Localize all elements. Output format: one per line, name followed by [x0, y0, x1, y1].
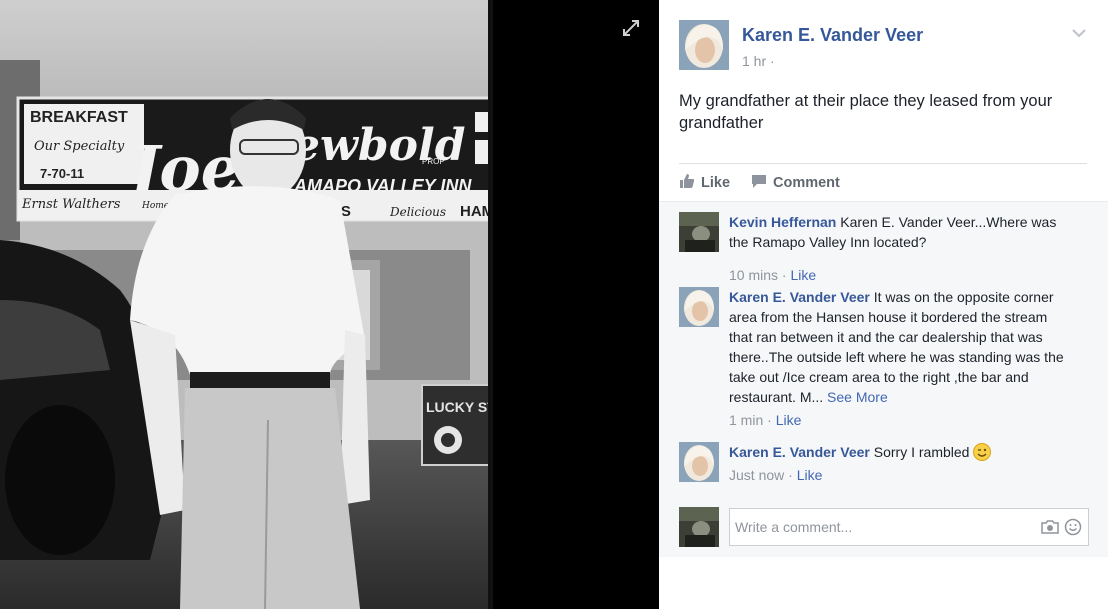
comment-like-link[interactable]: Like	[776, 412, 802, 428]
comment-author-link[interactable]: Karen E. Vander Veer	[729, 444, 870, 460]
post-side-panel: Karen E. Vander Veer 1 hr · My grandfath…	[659, 0, 1108, 609]
sign-our-specialty: Our Specialty	[34, 139, 125, 154]
camera-icon[interactable]	[1040, 518, 1060, 536]
comment-meta: 10 mins · Like	[729, 267, 816, 283]
meta-separator: ·	[784, 467, 797, 483]
comment-author-link[interactable]: Karen E. Vander Veer	[729, 289, 870, 305]
comment-time[interactable]: 1 min	[729, 412, 763, 428]
comment-composer	[679, 507, 1089, 547]
sign-hours: 7-70-11	[40, 166, 84, 181]
grandfather-photo-image: BREAKFAST Our Specialty 7-70-11 Joe ewbo…	[0, 0, 493, 609]
smiley-icon[interactable]	[1064, 518, 1082, 536]
lucky-strike-sign: LUCKY ST	[426, 399, 493, 415]
thumbs-up-icon	[679, 173, 695, 193]
meta-separator: ·	[778, 267, 791, 283]
commenter-avatar[interactable]	[679, 212, 719, 252]
comment-text: It was on the opposite corner area from …	[729, 289, 1064, 405]
comment-text: Sorry I rambled	[873, 444, 970, 460]
viewer-avatar	[679, 507, 719, 547]
sign-breakfast: BREAKFAST	[30, 109, 128, 126]
sign-delicious: Delicious	[389, 205, 446, 219]
like-label: Like	[701, 175, 731, 191]
comment-body: Karen E. Vander Veer It was on the oppos…	[729, 287, 1069, 407]
comment-item: Kevin Heffernan Karen E. Vander Veer...W…	[679, 212, 1089, 283]
post-timestamp[interactable]: 1 hr ·	[742, 53, 775, 69]
meta-separator: ·	[763, 412, 776, 428]
author-avatar[interactable]	[679, 20, 729, 70]
comment-body: Kevin Heffernan Karen E. Vander Veer...W…	[729, 212, 1069, 252]
comment-like-link[interactable]: Like	[797, 467, 823, 483]
sign-prop: PROP	[422, 157, 445, 166]
like-button[interactable]: Like	[679, 173, 730, 193]
comment-meta: Just now · Like	[729, 467, 822, 483]
comment-input[interactable]	[735, 509, 1025, 545]
see-more-link[interactable]: See More	[827, 389, 888, 405]
post-header: Karen E. Vander Veer 1 hr ·	[679, 20, 1089, 72]
comment-time[interactable]: Just now	[729, 467, 784, 483]
speech-bubble-icon	[751, 173, 767, 193]
comment-label: Comment	[773, 175, 840, 191]
actions-divider	[679, 163, 1087, 164]
comment-like-link[interactable]: Like	[790, 267, 816, 283]
comment-item: Karen E. Vander Veer Sorry I rambled Jus…	[679, 442, 1089, 492]
expand-arrows-icon[interactable]	[621, 18, 641, 38]
comment-item: Karen E. Vander Veer It was on the oppos…	[679, 287, 1089, 437]
comment-button[interactable]: Comment	[751, 173, 840, 193]
author-name-link[interactable]: Karen E. Vander Veer	[742, 25, 923, 46]
comment-box	[729, 508, 1089, 546]
comments-section: Kevin Heffernan Karen E. Vander Veer...W…	[659, 201, 1108, 557]
post-photo[interactable]: BREAKFAST Our Specialty 7-70-11 Joe ewbo…	[0, 0, 493, 609]
chevron-down-icon[interactable]	[1071, 26, 1087, 38]
comment-body: Karen E. Vander Veer Sorry I rambled	[729, 442, 1069, 462]
photo-theater: BREAKFAST Our Specialty 7-70-11 Joe ewbo…	[0, 0, 659, 609]
post-actions-bar: Like Comment	[679, 168, 1087, 198]
post-message: My grandfather at their place they lease…	[679, 92, 1053, 132]
winking-face-icon	[973, 443, 992, 461]
commenter-avatar[interactable]	[679, 442, 719, 482]
comment-author-link[interactable]: Kevin Heffernan	[729, 214, 836, 230]
sign-walthers: Ernst Walthers	[21, 197, 121, 212]
commenter-avatar[interactable]	[679, 287, 719, 327]
comment-time[interactable]: 10 mins	[729, 267, 778, 283]
comment-meta: 1 min · Like	[729, 412, 801, 428]
